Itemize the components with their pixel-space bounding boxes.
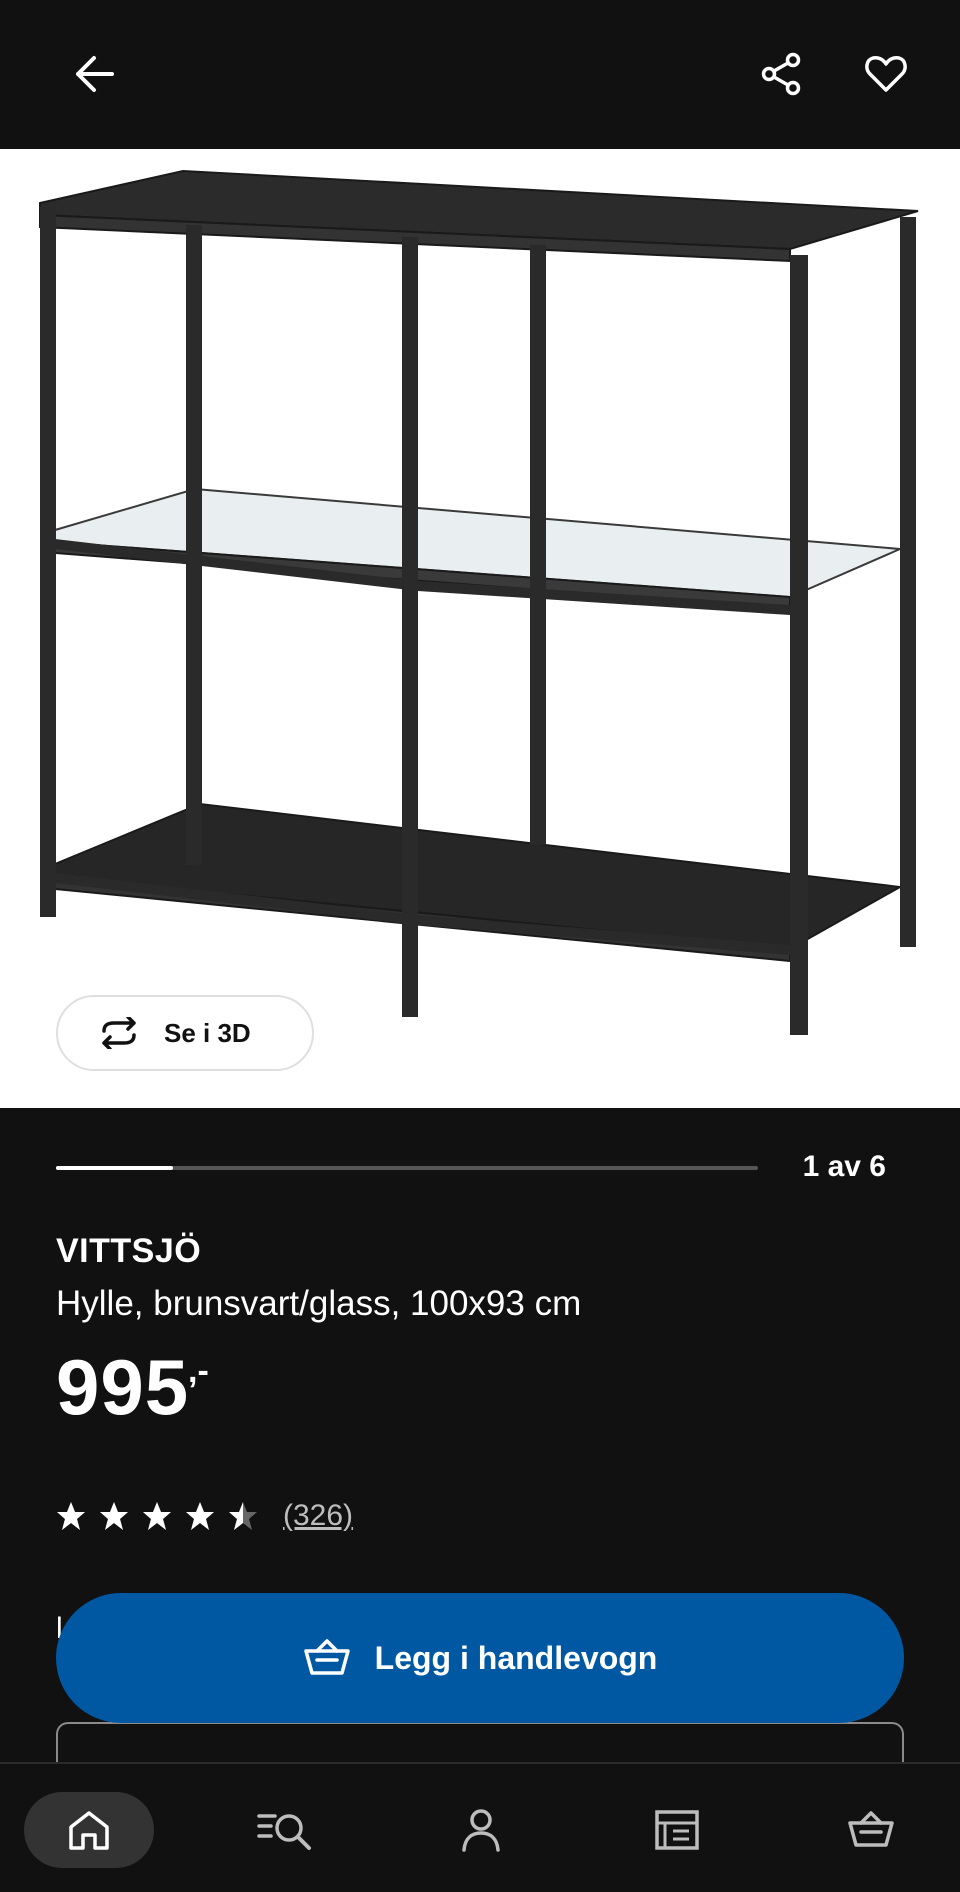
product-image[interactable]: Se i 3D	[0, 149, 960, 1108]
nav-browse[interactable]	[220, 1792, 350, 1868]
star-icon	[100, 1502, 128, 1530]
price-suffix: ,-	[188, 1352, 209, 1390]
star-icon	[229, 1502, 257, 1530]
rating-stars	[56, 1501, 271, 1531]
nav-home[interactable]	[24, 1792, 154, 1868]
gallery-progress	[56, 1166, 758, 1170]
star-icon	[143, 1502, 171, 1530]
search-browse-icon	[257, 1814, 311, 1850]
gallery-counter: 1 av 6	[802, 1150, 886, 1183]
basket-icon	[848, 1811, 894, 1847]
shelf-illustration	[39, 169, 919, 1035]
arrow-left-icon	[76, 56, 114, 92]
gallery-progress-fill	[56, 1166, 173, 1170]
share-button[interactable]	[742, 34, 822, 114]
add-to-cart-button[interactable]: Legg i handlevogn	[56, 1593, 904, 1723]
nav-profile[interactable]	[416, 1792, 546, 1868]
nav-store[interactable]	[612, 1792, 742, 1868]
share-icon	[761, 52, 801, 96]
favorite-button[interactable]	[846, 34, 926, 114]
top-bar	[0, 0, 960, 149]
profile-icon	[462, 1809, 500, 1852]
star-icon	[186, 1502, 214, 1530]
nav-cart[interactable]	[806, 1792, 936, 1868]
back-button[interactable]	[54, 34, 134, 114]
bottom-navigation	[0, 1762, 960, 1892]
star-icon	[57, 1502, 85, 1530]
add-to-cart-label: Legg i handlevogn	[374, 1639, 658, 1676]
basket-icon	[303, 1639, 350, 1675]
review-count-link[interactable]: (326)	[283, 1499, 353, 1533]
product-price: 995	[56, 1343, 190, 1431]
product-name: VITTSJÖ	[56, 1232, 202, 1270]
product-description: Hylle, brunsvart/glass, 100x93 cm	[56, 1284, 582, 1323]
heart-icon	[865, 56, 907, 92]
home-icon	[69, 1811, 109, 1850]
store-icon	[655, 1810, 699, 1850]
view-3d-label: Se i 3D	[164, 1017, 251, 1048]
rotate-3d-icon	[102, 1017, 136, 1049]
view-3d-button[interactable]: Se i 3D	[56, 995, 314, 1071]
product-rating[interactable]: (326)	[56, 1496, 353, 1536]
